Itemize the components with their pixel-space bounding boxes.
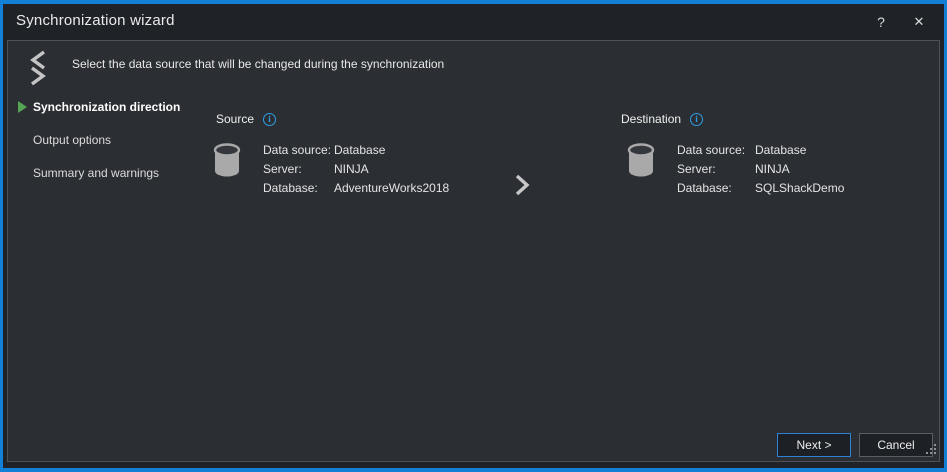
help-button[interactable]: ?: [868, 10, 894, 34]
info-icon[interactable]: i: [690, 113, 703, 126]
wizard-step-description: Select the data source that will be chan…: [72, 57, 444, 71]
sync-direction-icon: [28, 50, 48, 91]
source-server-row: Server:NINJA: [263, 162, 449, 181]
source-title-label: Source: [216, 112, 254, 126]
resize-grip[interactable]: [926, 441, 936, 459]
next-button[interactable]: Next >: [777, 433, 851, 457]
source-data-source-value: Database: [334, 143, 385, 157]
destination-data-source-value: Database: [755, 143, 806, 157]
destination-database-value: SQLShackDemo: [755, 181, 844, 195]
window-title: Synchronization wizard: [16, 12, 175, 29]
step-output-options[interactable]: Output options: [33, 133, 111, 147]
destination-server-label: Server:: [677, 162, 755, 176]
active-step-arrow-icon: [18, 101, 27, 113]
source-server-label: Server:: [263, 162, 334, 176]
destination-server-row: Server:NINJA: [677, 162, 844, 181]
source-details: Data source:Database Server:NINJA Databa…: [263, 143, 449, 200]
titlebar: Synchronization wizard ? ✕: [3, 4, 944, 40]
synchronization-wizard-window: Synchronization wizard ? ✕ Select the da…: [0, 0, 947, 472]
window-chrome: Synchronization wizard ? ✕ Select the da…: [3, 4, 944, 468]
destination-database-row: Database:SQLShackDemo: [677, 181, 844, 200]
step-summary-and-warnings[interactable]: Summary and warnings: [33, 166, 159, 180]
close-button[interactable]: ✕: [906, 10, 932, 34]
destination-database-label: Database:: [677, 181, 755, 195]
sync-direction-chevron-icon: [513, 173, 531, 202]
source-database-value: AdventureWorks2018: [334, 181, 449, 195]
source-server-value: NINJA: [334, 162, 369, 176]
destination-server-value: NINJA: [755, 162, 790, 176]
database-icon: [213, 142, 241, 183]
destination-section-title: Destination i: [621, 112, 703, 126]
destination-details: Data source:Database Server:NINJA Databa…: [677, 143, 844, 200]
cancel-button[interactable]: Cancel: [859, 433, 933, 457]
database-icon: [627, 142, 655, 183]
source-data-source-row: Data source:Database: [263, 143, 449, 162]
source-database-row: Database:AdventureWorks2018: [263, 181, 449, 200]
step-synchronization-direction[interactable]: Synchronization direction: [33, 100, 180, 114]
destination-title-label: Destination: [621, 112, 681, 126]
source-database-label: Database:: [263, 181, 334, 195]
destination-data-source-row: Data source:Database: [677, 143, 844, 162]
destination-data-source-label: Data source:: [677, 143, 755, 157]
wizard-panel: Select the data source that will be chan…: [7, 40, 940, 462]
info-icon[interactable]: i: [263, 113, 276, 126]
source-data-source-label: Data source:: [263, 143, 334, 157]
source-section-title: Source i: [216, 112, 276, 126]
